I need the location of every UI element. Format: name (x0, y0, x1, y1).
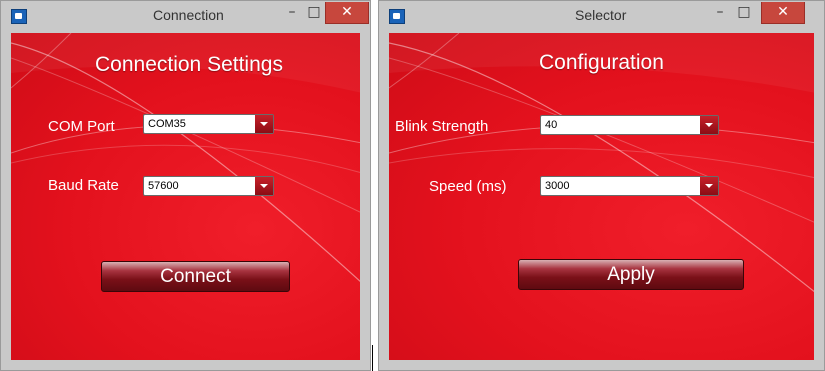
baud-rate-select[interactable]: 57600 (143, 176, 274, 196)
blink-strength-label: Blink Strength (395, 118, 489, 135)
minimize-icon[interactable]: – (709, 2, 731, 24)
window-title: Connection (153, 7, 224, 23)
speed-label: Speed (ms) (429, 178, 507, 195)
connect-button[interactable]: Connect (101, 261, 290, 292)
background-swoosh (389, 33, 814, 293)
app-icon (11, 9, 27, 24)
client-area: Configuration Blink Strength 40 Speed (m… (389, 33, 814, 360)
speed-select[interactable]: 3000 (540, 176, 719, 196)
chevron-down-icon[interactable] (700, 177, 718, 195)
close-button[interactable]: ✕ (761, 2, 805, 24)
apply-button[interactable]: Apply (518, 259, 744, 290)
page-title: Connection Settings (95, 53, 283, 76)
maximize-icon[interactable]: □ (303, 2, 325, 24)
window-title: Selector (575, 7, 627, 23)
title-bar[interactable]: Connection – □ ✕ (1, 1, 370, 31)
divider (372, 345, 373, 371)
client-area: Connection Settings COM Port COM35 Baud … (11, 33, 360, 360)
chevron-down-icon[interactable] (255, 177, 273, 195)
minimize-icon[interactable]: – (281, 2, 303, 24)
com-port-label: COM Port (48, 118, 115, 135)
com-port-select[interactable]: COM35 (143, 114, 274, 134)
baud-rate-value: 57600 (148, 180, 179, 192)
selector-window: Selector – □ ✕ Configuration Blink Stren… (378, 0, 825, 371)
baud-rate-label: Baud Rate (48, 177, 119, 194)
close-button[interactable]: ✕ (325, 2, 369, 24)
chevron-down-icon[interactable] (255, 115, 273, 133)
blink-strength-select[interactable]: 40 (540, 115, 719, 135)
blink-strength-value: 40 (545, 119, 558, 131)
page-title: Configuration (539, 51, 664, 74)
title-bar[interactable]: Selector – □ ✕ (379, 1, 824, 31)
maximize-icon[interactable]: □ (733, 2, 755, 24)
com-port-value: COM35 (148, 118, 186, 130)
chevron-down-icon[interactable] (700, 116, 718, 134)
connection-window: Connection – □ ✕ Connection Settings COM… (0, 0, 371, 371)
speed-value: 3000 (545, 180, 570, 192)
background-swoosh (11, 33, 360, 283)
app-icon (389, 9, 405, 24)
